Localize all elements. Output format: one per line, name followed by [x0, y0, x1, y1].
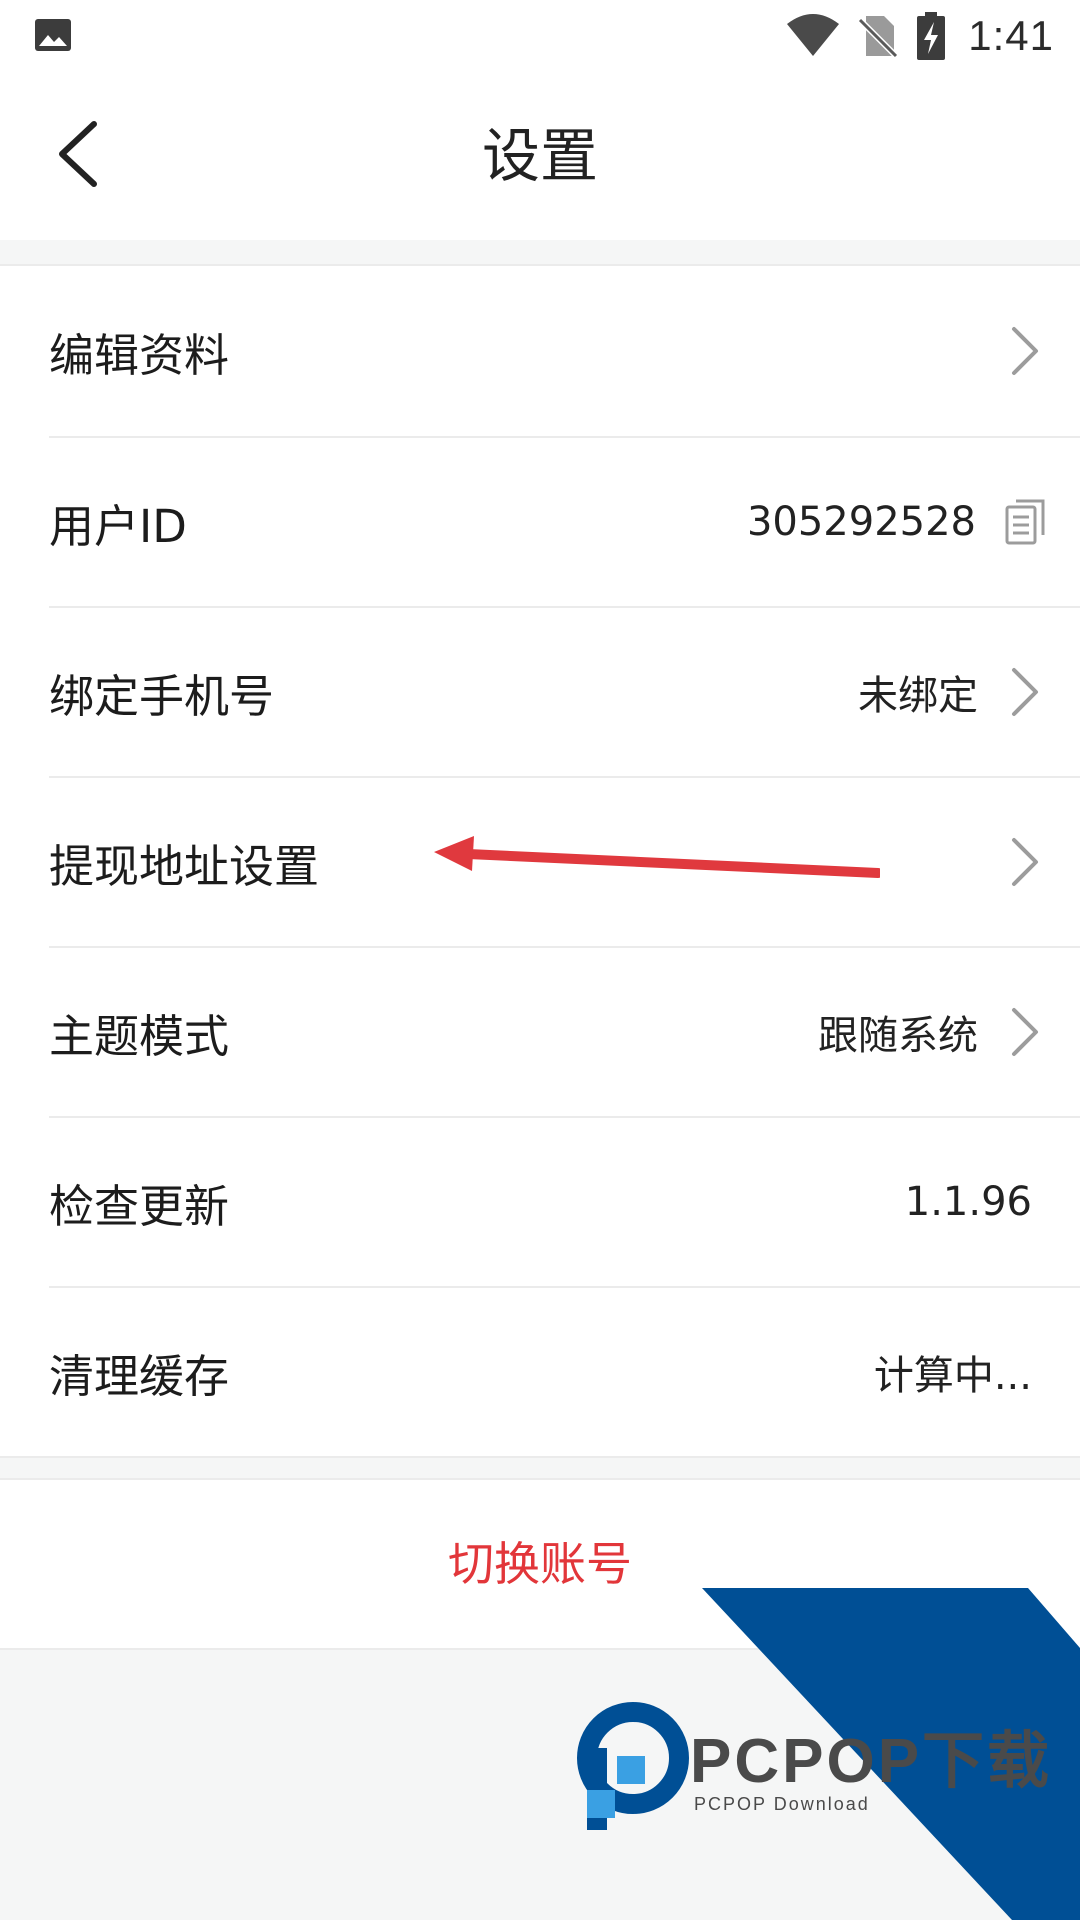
theme-mode-value: 跟随系统 — [818, 1013, 978, 1059]
settings-item-check-update[interactable]: 检查更新 1.1.96 — [49, 1116, 1080, 1286]
status-icons: 1:41 — [786, 10, 1054, 62]
settings-item-label: 绑定手机号 — [49, 669, 275, 723]
back-button[interactable] — [40, 114, 120, 194]
chevron-right-icon — [1012, 838, 1038, 886]
status-bar: 1:41 — [0, 0, 1080, 72]
settings-item-edit-profile[interactable]: 编辑资料 — [49, 266, 1080, 436]
wifi-icon — [787, 14, 840, 56]
settings-item-label: 清理缓存 — [49, 1349, 230, 1403]
chevron-left-icon — [59, 121, 97, 187]
cache-size-value: 计算中... — [873, 1353, 1032, 1399]
app-header: 设置 — [0, 72, 1080, 240]
watermark-brand: PCPOP下载 — [690, 1727, 1052, 1796]
gallery-icon — [35, 19, 71, 51]
settings-item-clear-cache[interactable]: 清理缓存 计算中... — [49, 1286, 1080, 1456]
no-sim-icon — [858, 16, 899, 58]
battery-charging-icon — [917, 12, 946, 60]
watermark-subtitle: PCPOP Download — [694, 1794, 870, 1814]
pcpop-logo-icon — [577, 1702, 689, 1830]
annotation-arrow — [434, 836, 880, 878]
copy-icon[interactable] — [1004, 497, 1046, 547]
page-title: 设置 — [481, 122, 598, 190]
settings-item-label: 编辑资料 — [49, 328, 230, 382]
status-time: 1:41 — [968, 12, 1054, 59]
app-version-value: 1.1.96 — [904, 1179, 1032, 1225]
settings-item-theme-mode[interactable]: 主题模式 跟随系统 — [49, 946, 1080, 1116]
pcpop-watermark: PCPOP下载 PCPOP Download — [577, 1588, 1080, 1920]
user-id-value: 305292528 — [746, 499, 976, 545]
chevron-right-icon — [1012, 668, 1038, 716]
settings-item-bind-phone[interactable]: 绑定手机号 未绑定 — [49, 606, 1080, 776]
settings-item-label: 检查更新 — [49, 1179, 230, 1233]
settings-item-label: 用户ID — [49, 499, 187, 553]
chevron-right-icon — [1012, 327, 1038, 375]
chevron-right-icon — [1012, 1008, 1038, 1056]
settings-item-user-id: 用户ID 305292528 — [49, 436, 1080, 606]
settings-item-label: 主题模式 — [49, 1009, 230, 1063]
bind-phone-status: 未绑定 — [858, 673, 978, 719]
